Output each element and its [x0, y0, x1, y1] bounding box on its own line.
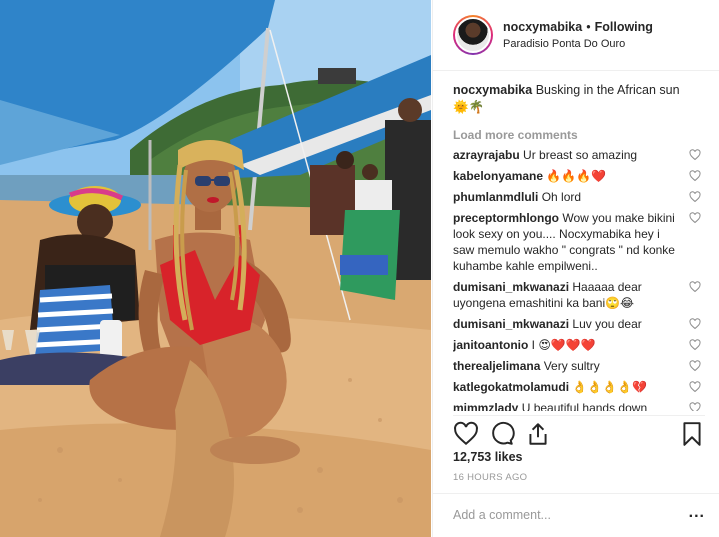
add-comment-input[interactable] [453, 508, 673, 522]
comment-text: Oh lord [541, 190, 582, 204]
comment-text: 🔥🔥🔥❤️ [546, 169, 607, 183]
beach-photo-illustration [0, 0, 431, 537]
comment-row: mimmzlady U beautiful hands down [453, 400, 705, 411]
comment-username[interactable]: phumlanmdluli [453, 190, 538, 204]
avatar[interactable] [455, 17, 491, 53]
comment-like-heart-icon[interactable] [689, 170, 701, 182]
share-icon[interactable] [525, 421, 551, 447]
comment-text: 👌👌👌👌💔 [572, 380, 648, 394]
comment-row: katlegokatmolamudi 👌👌👌👌💔 [453, 379, 705, 395]
post-author-username[interactable]: nocxymabika [503, 20, 582, 34]
comment-row: kabelonyamane 🔥🔥🔥❤️ [453, 168, 705, 184]
comment-like-heart-icon[interactable] [689, 381, 701, 393]
following-button[interactable]: Following [595, 20, 653, 34]
post-header: nocxymabika • Following Paradisio Ponta … [433, 0, 719, 71]
bookmark-icon[interactable] [679, 421, 705, 447]
comment-username[interactable]: mimmzlady [453, 401, 518, 411]
comment-like-heart-icon[interactable] [689, 212, 701, 224]
comments-list[interactable]: nocxymabika Busking in the African sun 🌞… [453, 71, 705, 411]
likes-count[interactable]: 12,753 likes [453, 450, 523, 464]
avatar-story-ring[interactable] [453, 15, 493, 55]
caption-username[interactable]: nocxymabika [453, 83, 532, 97]
comment-username[interactable]: therealjelimana [453, 359, 540, 373]
comment-text: Ur breast so amazing [523, 148, 638, 162]
comment-text: Very sultry [543, 359, 600, 373]
comment-username[interactable]: katlegokatmolamudi [453, 380, 569, 394]
add-comment-bar: ... [433, 493, 719, 537]
comment-like-heart-icon[interactable] [689, 191, 701, 203]
comment-username[interactable]: azrayrajabu [453, 148, 520, 162]
post-header-text: nocxymabika • Following Paradisio Ponta … [503, 20, 653, 50]
comment-username[interactable]: preceptormhlongo [453, 211, 559, 225]
load-more-comments-button[interactable]: Load more comments [453, 128, 705, 142]
comment-row: preceptormhlongo Wow you make bikini loo… [453, 210, 705, 274]
comment-row: dumisani_mkwanazi Haaaaa dear uyongena e… [453, 279, 705, 311]
separator-dot: • [586, 20, 591, 34]
comment-username[interactable]: dumisani_mkwanazi [453, 317, 569, 331]
comment-like-heart-icon[interactable] [689, 149, 701, 161]
comment-rows: azrayrajabu Ur breast so amazing kabelony… [453, 147, 705, 411]
comment-like-heart-icon[interactable] [689, 339, 701, 351]
post-photo[interactable] [0, 0, 431, 537]
comment-username[interactable]: kabelonyamane [453, 169, 543, 183]
post-actions-bar [453, 415, 705, 447]
comment-text: U beautiful hands down [521, 401, 648, 411]
comment-like-heart-icon[interactable] [689, 402, 701, 411]
comment-text: I 😍❤️❤️❤️ [531, 338, 596, 352]
comment-row: janitoantonio I 😍❤️❤️❤️ [453, 337, 705, 353]
comment-username[interactable]: janitoantonio [453, 338, 528, 352]
post-caption: nocxymabika Busking in the African sun 🌞… [453, 82, 705, 116]
comment-row: dumisani_mkwanazi Luv you dear [453, 316, 705, 332]
comment-row: therealjelimana Very sultry [453, 358, 705, 374]
post-location[interactable]: Paradisio Ponta Do Ouro [503, 38, 653, 50]
more-options-button[interactable]: ... [689, 504, 705, 522]
comment-like-heart-icon[interactable] [689, 360, 701, 372]
post-header-line: nocxymabika • Following [503, 20, 653, 34]
heart-icon[interactable] [453, 421, 479, 447]
post-timestamp[interactable]: 16 HOURS AGO [453, 472, 527, 483]
post-side-panel: nocxymabika • Following Paradisio Ponta … [432, 0, 719, 537]
comment-row: phumlanmdluli Oh lord [453, 189, 705, 205]
comment-username[interactable]: dumisani_mkwanazi [453, 280, 569, 294]
comment-text: Luv you dear [572, 317, 642, 331]
comment-like-heart-icon[interactable] [689, 318, 701, 330]
comment-like-heart-icon[interactable] [689, 281, 701, 293]
comment-row: azrayrajabu Ur breast so amazing [453, 147, 705, 163]
comment-icon[interactable] [489, 421, 515, 447]
